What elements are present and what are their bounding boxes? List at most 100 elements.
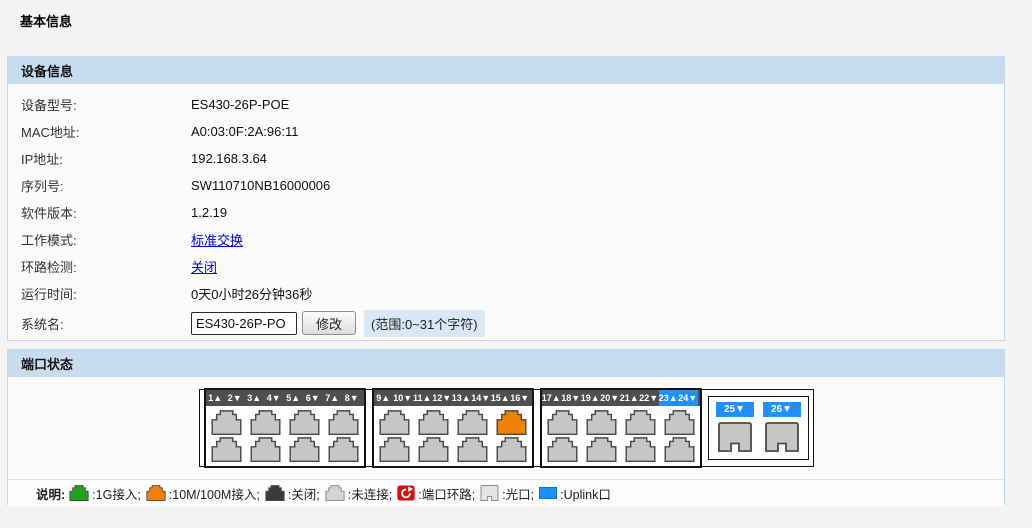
port-14-icon	[456, 437, 489, 462]
device-model-row: 设备型号: ES430-26P-POE	[8, 91, 1004, 118]
system-name-hint: (范围:0~31个字符)	[364, 310, 485, 337]
modify-button[interactable]: 修改	[302, 311, 356, 335]
port-18-icon	[546, 437, 579, 462]
port-header-label: 24▼	[678, 390, 698, 406]
port-group-body	[542, 406, 700, 466]
port-1g-icon	[69, 485, 89, 501]
ip-address-label: IP地址:	[21, 149, 191, 168]
port-22-icon	[624, 437, 657, 462]
rj45-port-icon	[249, 437, 282, 462]
port-1-icon	[210, 410, 243, 435]
fiber-port-group: 25▼ 26▼	[708, 396, 809, 460]
rj45-port-icon	[456, 437, 489, 462]
rj45-port-icon	[585, 410, 618, 435]
work-mode-link[interactable]: 标准交换	[191, 230, 243, 249]
rj45-port-icon	[624, 410, 657, 435]
fiber-port-icon	[764, 422, 800, 452]
system-name-label: 系统名:	[21, 314, 191, 333]
rj45-port-icon	[417, 437, 450, 462]
port-disabled-icon	[265, 485, 285, 501]
rj45-port-icon	[210, 410, 243, 435]
port-4-icon	[249, 437, 282, 462]
port-17-icon	[546, 410, 579, 435]
legend-item-port-disconnected: :未连接;	[325, 484, 392, 503]
port-header-label: 14▼	[471, 390, 491, 406]
port-12-icon	[417, 437, 450, 462]
port-group-body	[206, 406, 364, 466]
mac-address-row: MAC地址: A0:03:0F:2A:96:11	[8, 118, 1004, 145]
loop-detect-row: 环路检测: 关闭	[8, 253, 1004, 280]
legend-items: :1G接入;:10M/100M接入;:关闭;:未连接;:端口环路;:光口;:Up…	[69, 484, 616, 503]
serial-number-value: SW110710NB16000006	[191, 178, 330, 193]
rj45-port-icon	[378, 437, 411, 462]
fiber-port-icon	[717, 422, 753, 452]
port-disconnected-icon	[325, 485, 345, 501]
device-model-value: ES430-26P-POE	[191, 97, 289, 112]
ip-address-value: 192.168.3.64	[191, 151, 267, 166]
rj45-port-icon	[378, 410, 411, 435]
port-group-3: 17▲18▼19▲20▼21▲22▼23▲24▼	[540, 388, 702, 468]
port-header-label: 18▼	[561, 390, 581, 406]
port-group-1: 1▲2▼3▲4▼5▲6▼7▲8▼	[204, 388, 366, 468]
rj45-port-icon	[663, 410, 696, 435]
legend-item-text: :1G接入;	[92, 484, 141, 503]
legend-item-text: :关闭;	[288, 484, 320, 503]
port-header-label: 3▲	[245, 390, 265, 406]
port-legend: 说明: :1G接入;:10M/100M接入;:关闭;:未连接;:端口环路;:光口…	[8, 479, 1004, 506]
port-diagram: 1▲2▼3▲4▼5▲6▼7▲8▼9▲10▼11▲12▼13▲14▼15▲16▼1…	[199, 389, 814, 467]
port-11-icon	[417, 410, 450, 435]
legend-item-text: :10M/100M接入;	[169, 484, 260, 503]
rj45-port-icon	[663, 437, 696, 462]
system-name-input[interactable]	[191, 312, 297, 335]
rj45-port-icon	[417, 410, 450, 435]
port-21-icon	[624, 410, 657, 435]
port-header-label: 5▲	[284, 390, 304, 406]
fiber-port-label: 25▼	[716, 402, 754, 417]
port-loop-icon	[397, 485, 415, 501]
port-header-label: 19▲	[581, 390, 601, 406]
port-16-icon	[495, 437, 528, 462]
device-info-section-title: 设备信息	[21, 61, 73, 80]
port-2-icon	[210, 437, 243, 462]
legend-title: 说明:	[36, 484, 65, 503]
uptime-label: 运行时间:	[21, 284, 191, 303]
port-header-label: 22▼	[639, 390, 659, 406]
fiber-port-column: 26▼	[763, 402, 801, 454]
port-header-label: 9▲	[374, 390, 394, 406]
port-group-body	[374, 406, 532, 466]
work-mode-row: 工作模式: 标准交换	[8, 226, 1004, 253]
rj45-port-icon	[327, 437, 360, 462]
legend-item-port-1g: :1G接入;	[69, 484, 141, 503]
port-24-icon	[663, 437, 696, 462]
device-model-label: 设备型号:	[21, 95, 191, 114]
port-header-label: 4▼	[264, 390, 284, 406]
port-header-label: 7▲	[323, 390, 343, 406]
device-info-body: 设备型号: ES430-26P-POE MAC地址: A0:03:0F:2A:9…	[8, 84, 1004, 339]
port-header-label: 8▼	[342, 390, 362, 406]
port-9-icon	[378, 410, 411, 435]
rj45-port-icon	[288, 410, 321, 435]
loop-icon	[397, 485, 415, 501]
rj45-port-icon	[249, 410, 282, 435]
rj45-port-icon	[327, 410, 360, 435]
fiber-port-column: 25▼	[716, 402, 754, 454]
rj45-port-icon	[69, 485, 89, 501]
rj45-port-icon	[288, 437, 321, 462]
uptime-row: 运行时间: 0天0小时26分钟36秒	[8, 280, 1004, 307]
rj45-port-icon	[325, 485, 345, 501]
mac-address-label: MAC地址:	[21, 122, 191, 141]
rj45-port-icon	[495, 410, 528, 435]
legend-item-text: :未连接;	[348, 484, 392, 503]
legend-item-text: :光口;	[502, 484, 534, 503]
legend-item-fiber-port: :光口;	[480, 484, 534, 503]
loop-detect-link[interactable]: 关闭	[191, 257, 217, 276]
port-group-2: 9▲10▼11▲12▼13▲14▼15▲16▼	[372, 388, 534, 468]
port-100m-icon	[146, 485, 166, 501]
port-header-label: 10▼	[393, 390, 413, 406]
loop-detect-label: 环路检测:	[21, 257, 191, 276]
uptime-value: 0天0小时26分钟36秒	[191, 284, 312, 303]
port-19-icon	[585, 410, 618, 435]
port-group-header: 9▲10▼11▲12▼13▲14▼15▲16▼	[374, 390, 532, 406]
sfp-port-icon	[480, 485, 499, 501]
firmware-version-value: 1.2.19	[191, 205, 227, 220]
